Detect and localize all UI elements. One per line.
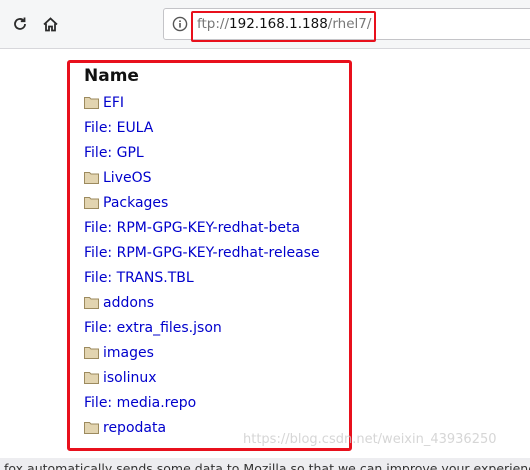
folder-row: Packages [84, 190, 320, 215]
file-row: File: media.repo [84, 390, 320, 415]
file-row: File: TRANS.TBL [84, 265, 320, 290]
folder-link[interactable]: addons [103, 295, 154, 311]
folder-icon [84, 372, 99, 384]
reload-icon [14, 17, 26, 30]
reload-button[interactable] [10, 14, 30, 34]
notification-bar: fox automatically sends some data to Moz… [0, 458, 530, 470]
home-icon [42, 16, 58, 31]
file-link[interactable]: File: TRANS.TBL [84, 270, 194, 286]
folder-link[interactable]: LiveOS [103, 170, 152, 186]
folder-icon [84, 297, 99, 309]
notification-text: fox automatically sends some data to Moz… [4, 461, 530, 470]
folder-row: LiveOS [84, 165, 320, 190]
folder-link[interactable]: isolinux [103, 370, 157, 386]
url-host: 192.168.1.188 [229, 16, 328, 32]
info-icon[interactable] [172, 16, 188, 32]
listing-rows: EFI File: EULA File: GPL LiveOS Packages File… [84, 90, 320, 440]
file-row: File: RPM-GPG-KEY-redhat-beta [84, 215, 320, 240]
folder-icon [84, 422, 99, 434]
file-link[interactable]: File: EULA [84, 120, 153, 136]
folder-row: isolinux [84, 365, 320, 390]
folder-link[interactable]: Packages [103, 195, 168, 211]
folder-link[interactable]: repodata [103, 420, 166, 436]
file-link[interactable]: File: RPM-GPG-KEY-redhat-release [84, 245, 320, 261]
folder-icon [84, 347, 99, 359]
folder-link[interactable]: EFI [103, 95, 124, 111]
folder-icon [84, 197, 99, 209]
file-link[interactable]: File: extra_files.json [84, 320, 222, 336]
watermark: https://blog.csdn.net/weixin_43936250 [243, 432, 497, 447]
file-link[interactable]: File: RPM-GPG-KEY-redhat-beta [84, 220, 300, 236]
folder-icon [84, 172, 99, 184]
directory-listing: Name EFI File: EULA File: GPL LiveOS Package… [84, 64, 320, 440]
file-row: File: GPL [84, 140, 320, 165]
file-row: File: RPM-GPG-KEY-redhat-release [84, 240, 320, 265]
file-row: File: EULA [84, 115, 320, 140]
file-link[interactable]: File: GPL [84, 145, 144, 161]
file-link[interactable]: File: media.repo [84, 395, 196, 411]
folder-icon [84, 97, 99, 109]
folder-row: EFI [84, 90, 320, 115]
url-scheme: ftp:// [197, 16, 230, 32]
file-row: File: extra_files.json [84, 315, 320, 340]
url-text[interactable]: ftp://192.168.1.188/rhel7/ [197, 16, 371, 32]
home-button[interactable] [40, 14, 60, 34]
folder-row: images [84, 340, 320, 365]
folder-link[interactable]: images [103, 345, 154, 361]
url-path: /rhel7/ [327, 16, 372, 32]
name-column-heading: Name [84, 66, 139, 86]
folder-row: addons [84, 290, 320, 315]
browser-toolbar: ftp://192.168.1.188/rhel7/ [0, 0, 530, 49]
